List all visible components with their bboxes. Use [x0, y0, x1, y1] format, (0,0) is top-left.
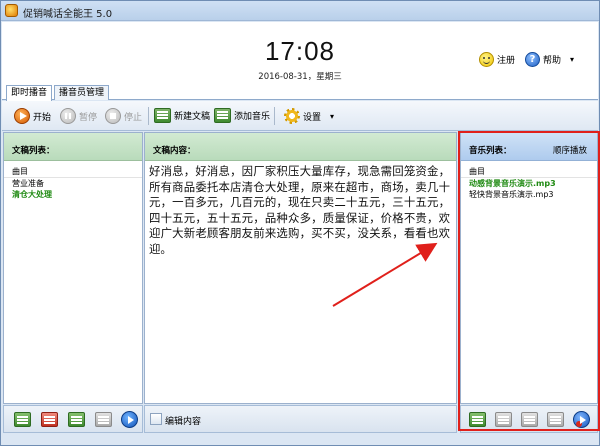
move-up-icon[interactable]	[68, 412, 85, 427]
clock-date: 2016-08-31，星期三	[258, 72, 342, 82]
music-list-title: 音乐列表：	[469, 146, 512, 156]
add-music-label: 添加音乐	[234, 112, 271, 122]
list-item[interactable]: 营业准备	[4, 178, 142, 189]
pause-icon	[60, 108, 76, 124]
smile-icon	[479, 52, 494, 67]
play-icon	[14, 108, 30, 124]
settings-label: 设置	[303, 112, 322, 123]
music-list-body: 曲目 动感背景音乐演示.mp3 轻快背景音乐演示.mp3	[461, 162, 597, 403]
stop-icon	[105, 108, 121, 124]
pause-label: 暂停	[79, 112, 98, 123]
play-script-icon[interactable]	[121, 411, 138, 428]
script-list-title: 文稿列表：	[4, 133, 142, 161]
settings-button[interactable]: 设置 ▾	[284, 108, 334, 124]
add-music-icon[interactable]	[469, 412, 486, 427]
start-button[interactable]: 开始	[14, 108, 51, 124]
register-label: 注册	[497, 56, 516, 66]
gear-icon	[284, 108, 300, 124]
script-list-body: 曲目 营业准备 清仓大处理	[4, 162, 142, 403]
delete-script-icon[interactable]	[41, 412, 58, 427]
help-icon: ?	[525, 52, 540, 67]
app-window: 促销喊话全能王 5.0 17:08 2016-08-31，星期三 注册 ? 帮助…	[0, 0, 600, 446]
move-up-icon[interactable]	[521, 412, 538, 427]
script-content-panel: 文稿内容： 好消息，好消息，因厂家积压大量库存，现急需回笼资金，所有商品委托本店…	[144, 132, 457, 404]
clock-header: 17:08 2016-08-31，星期三 注册 ? 帮助 ▾	[2, 22, 598, 84]
window-title: 促销喊话全能王 5.0	[23, 9, 113, 20]
edit-content-button[interactable]: 编辑内容	[165, 414, 201, 427]
add-script-icon[interactable]	[14, 412, 31, 427]
music-list-panel: 音乐列表： 顺序播放 曲目 动感背景音乐演示.mp3 轻快背景音乐演示.mp3	[460, 132, 598, 404]
edit-icon[interactable]	[150, 413, 162, 425]
tab-live-broadcast[interactable]: 即时播音	[6, 85, 53, 101]
script-content-body[interactable]: 好消息，好消息，因厂家积压大量库存，现急需回笼资金，所有商品委托本店清仓大处理，…	[145, 162, 456, 403]
title-bar: 促销喊话全能王 5.0	[1, 1, 599, 21]
delete-music-icon[interactable]	[495, 412, 512, 427]
move-down-icon[interactable]	[547, 412, 564, 427]
stop-button[interactable]: 停止	[105, 108, 142, 124]
help-button[interactable]: ? 帮助 ▾	[525, 52, 574, 67]
tab-announcer-management[interactable]: 播音员管理	[54, 85, 110, 100]
add-music-icon	[214, 108, 231, 123]
list-item[interactable]: 轻快背景音乐演示.mp3	[461, 189, 597, 200]
script-content-text[interactable]: 好消息，好消息，因厂家积压大量库存，现急需回笼资金，所有商品委托本店清仓大处理，…	[149, 164, 450, 257]
main-tabs: 即时播音 播音员管理	[2, 84, 598, 101]
script-content-title: 文稿内容：	[145, 133, 456, 161]
content-actions: 编辑内容	[144, 405, 457, 433]
script-list-actions	[3, 405, 143, 433]
list-item[interactable]: 动感背景音乐演示.mp3	[461, 178, 597, 189]
play-mode-label[interactable]: 顺序播放	[553, 144, 587, 156]
move-down-icon[interactable]	[95, 412, 112, 427]
toolbar-divider	[274, 107, 275, 125]
chevron-down-icon[interactable]: ▾	[330, 112, 334, 121]
pause-button[interactable]: 暂停	[60, 108, 97, 124]
new-script-button[interactable]: 新建文稿	[154, 108, 210, 123]
new-document-icon	[154, 108, 171, 123]
music-list-header: 音乐列表： 顺序播放	[461, 133, 597, 161]
add-music-button[interactable]: 添加音乐	[214, 108, 270, 123]
toolbar-divider	[148, 107, 149, 125]
preview-music-icon[interactable]	[573, 411, 590, 428]
app-logo-icon	[5, 4, 18, 17]
chevron-down-icon[interactable]: ▾	[570, 55, 574, 64]
script-list-panel: 文稿列表： 曲目 营业准备 清仓大处理	[3, 132, 143, 404]
music-list-actions	[460, 405, 598, 433]
register-button[interactable]: 注册	[479, 52, 515, 67]
start-label: 开始	[33, 112, 52, 123]
list-item[interactable]: 清仓大处理	[4, 189, 142, 200]
stop-label: 停止	[124, 112, 143, 123]
script-list-column-header: 曲目	[4, 166, 142, 178]
new-script-label: 新建文稿	[174, 112, 211, 122]
toolbar: 开始 暂停 停止 新建文稿 添加音乐 设置 ▾	[2, 101, 598, 131]
help-label: 帮助	[543, 56, 562, 66]
music-list-column-header: 曲目	[461, 166, 597, 178]
